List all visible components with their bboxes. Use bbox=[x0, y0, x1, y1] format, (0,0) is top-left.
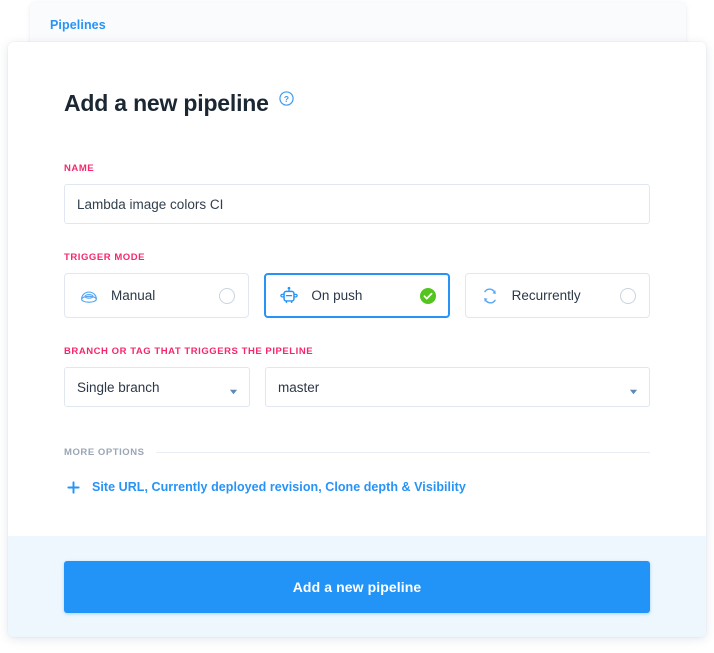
trigger-mode-block: TRIGGER MODE Manual On push Recurrently bbox=[64, 252, 650, 318]
branch-field-block: BRANCH OR TAG THAT TRIGGERS THE PIPELINE… bbox=[64, 346, 650, 407]
more-options-link[interactable]: Site URL, Currently deployed revision, C… bbox=[92, 480, 466, 494]
page-title: Add a new pipeline bbox=[64, 90, 269, 116]
trigger-option-on-push[interactable]: On push bbox=[264, 273, 450, 318]
trigger-mode-options: Manual On push Recurrently bbox=[64, 273, 650, 318]
name-field-block: NAME bbox=[64, 163, 650, 224]
more-options-label: MORE OPTIONS bbox=[64, 447, 145, 458]
branch-label: BRANCH OR TAG THAT TRIGGERS THE PIPELINE bbox=[64, 346, 314, 357]
robot-icon bbox=[278, 285, 300, 307]
question-circle-icon[interactable]: ? bbox=[279, 91, 294, 106]
stacked-dome-icon bbox=[78, 285, 100, 307]
plus-icon[interactable] bbox=[67, 480, 80, 494]
radio-unselected-icon[interactable] bbox=[619, 287, 636, 304]
tab-pipelines[interactable]: Pipelines bbox=[44, 14, 112, 36]
trigger-mode-label: TRIGGER MODE bbox=[64, 252, 146, 263]
trigger-option-label: Recurrently bbox=[511, 288, 581, 303]
branch-selects-row: Single branch master bbox=[64, 367, 650, 407]
add-pipeline-card: Add a new pipeline ? NAME TRIGGER MODE bbox=[8, 42, 706, 637]
more-options-header: MORE OPTIONS bbox=[64, 447, 650, 458]
add-new-pipeline-button[interactable]: Add a new pipeline bbox=[64, 560, 650, 613]
branch-scope-select[interactable]: Single branch bbox=[64, 367, 250, 407]
title-row: Add a new pipeline ? bbox=[64, 90, 650, 117]
trigger-option-label: On push bbox=[311, 288, 363, 303]
branch-name-value: master bbox=[278, 379, 320, 395]
chevron-down-icon[interactable] bbox=[229, 383, 238, 394]
branch-name-select[interactable]: master bbox=[265, 367, 650, 407]
svg-text:?: ? bbox=[284, 94, 289, 104]
divider bbox=[155, 452, 650, 453]
trigger-option-label: Manual bbox=[111, 288, 156, 303]
trigger-option-manual[interactable]: Manual bbox=[64, 273, 250, 318]
more-options-block: MORE OPTIONS Site URL, Currently deploye… bbox=[64, 447, 650, 494]
card-footer: Add a new pipeline bbox=[8, 536, 706, 637]
chevron-down-icon[interactable] bbox=[629, 383, 638, 394]
trigger-option-recurrently[interactable]: Recurrently bbox=[464, 273, 650, 318]
form-body: Add a new pipeline ? NAME TRIGGER MODE bbox=[8, 42, 706, 536]
name-label: NAME bbox=[64, 163, 95, 174]
branch-scope-value: Single branch bbox=[77, 379, 160, 395]
more-options-toggle[interactable]: Site URL, Currently deployed revision, C… bbox=[64, 480, 650, 494]
refresh-loop-icon bbox=[479, 285, 501, 307]
radio-unselected-icon[interactable] bbox=[219, 287, 236, 304]
pipeline-name-input[interactable] bbox=[64, 184, 650, 224]
radio-selected-check-icon[interactable] bbox=[419, 287, 436, 304]
